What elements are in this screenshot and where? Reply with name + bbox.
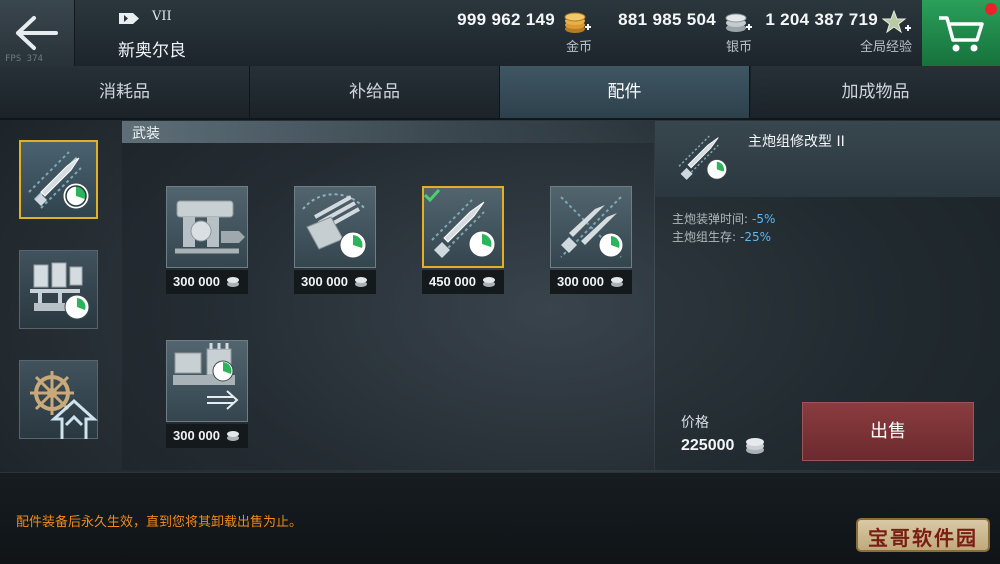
watermark-logo: 宝哥软件园 xyxy=(856,518,990,552)
upgrade-thumb xyxy=(550,186,632,268)
silver-coin-icon xyxy=(611,277,623,287)
gold-balance[interactable]: 999 962 149 xyxy=(440,10,555,30)
gold-label: 金币 xyxy=(565,40,592,55)
upgrade-slot-aa-gun[interactable]: 300 000 xyxy=(166,186,248,294)
gold-label-wrap: 金币 xyxy=(440,36,592,55)
watermark-text: 宝哥软件园 xyxy=(868,526,978,550)
upgrade-slot-torpedo-mod[interactable]: 300 000 xyxy=(550,186,632,294)
ship-name: 新奥尔良 xyxy=(118,41,186,61)
item-price-value: 300 000 xyxy=(301,274,348,289)
sidebar-item-engine[interactable] xyxy=(19,250,98,329)
gold-coins-plus-icon[interactable] xyxy=(563,11,591,35)
item-price: 300 000 xyxy=(294,270,376,294)
upgrade-thumb xyxy=(294,186,376,268)
stat-value: -25% xyxy=(740,230,772,244)
price-value: 225000 xyxy=(681,437,735,454)
cruiser-class-icon xyxy=(119,13,139,24)
upgrade-slot-main-turret[interactable]: 300 000 xyxy=(294,186,376,294)
silver-amount: 881 985 504 xyxy=(618,10,716,29)
stat-value: -5% xyxy=(752,212,776,226)
global-xp-star-plus-icon[interactable] xyxy=(882,10,912,36)
equipped-check-icon xyxy=(424,188,440,202)
footer-note: 配件装备后永久生效，直到您将其卸载出售为止。 xyxy=(16,515,303,530)
sell-button[interactable]: 出售 xyxy=(802,402,974,461)
upgrade-name: 主炮组修改型 II xyxy=(748,134,845,150)
notification-dot xyxy=(985,3,997,15)
price-label: 价格 xyxy=(681,415,709,431)
xp-label-wrap: 全局经验 xyxy=(760,36,912,55)
sidebar-item-maneuver[interactable] xyxy=(19,360,98,439)
stat-label: 主炮装弹时间: xyxy=(672,212,749,226)
top-bar: FPS 374 VII 新奥尔良 999 962 149 金币 881 985 … xyxy=(0,0,1000,67)
silver-label: 银币 xyxy=(725,40,752,55)
upgrade-slot-secondary-battery[interactable]: 300 000 xyxy=(166,340,248,448)
detail-header: 主炮组修改型 II xyxy=(655,121,1000,197)
stat-row: 主炮组生存: -25% xyxy=(672,228,771,245)
silver-balance[interactable]: 881 985 504 xyxy=(600,10,716,30)
cart-icon xyxy=(939,16,984,52)
silver-coin-icon xyxy=(355,277,367,287)
secondary-battery-icon xyxy=(173,343,239,410)
item-price: 300 000 xyxy=(550,270,632,294)
item-price-value: 300 000 xyxy=(173,428,220,443)
upgrade-thumb xyxy=(422,186,504,268)
fps-counter: FPS 374 xyxy=(5,54,43,64)
item-price: 300 000 xyxy=(166,424,248,448)
section-title: 武装 xyxy=(132,126,160,142)
silver-coins-plus-icon[interactable] xyxy=(724,11,752,35)
back-arrow-icon xyxy=(16,16,58,50)
sidebar-item-armament[interactable] xyxy=(19,140,98,219)
back-button[interactable]: FPS 374 xyxy=(0,0,75,66)
shell-timer-icon xyxy=(28,151,90,210)
item-price-value: 300 000 xyxy=(173,274,220,289)
engine-timer-icon xyxy=(30,262,90,320)
torpedo-mod-icon xyxy=(560,196,624,258)
silver-coin-icon xyxy=(227,277,239,287)
silver-coin-icon xyxy=(483,277,495,287)
tab-boosters[interactable]: 加成物品 xyxy=(751,66,1000,118)
upgrade-thumb xyxy=(166,186,248,268)
main-turret-timer-icon xyxy=(302,193,367,259)
global-xp-balance[interactable]: 1 204 387 719 xyxy=(760,10,878,30)
silver-label-wrap: 银币 xyxy=(600,36,752,55)
item-price-value: 450 000 xyxy=(429,274,476,289)
section-header: 武装 xyxy=(122,121,654,143)
footer-bar: 配件装备后永久生效，直到您将其卸载出售为止。 xyxy=(0,472,1000,564)
item-price: 300 000 xyxy=(166,270,248,294)
silver-coin-icon xyxy=(227,431,239,441)
tab-supplies[interactable]: 补给品 xyxy=(250,66,500,118)
silver-coin-icon xyxy=(746,438,764,454)
main-battery-mod-icon xyxy=(678,135,728,180)
item-price-value: 300 000 xyxy=(557,274,604,289)
stat-label: 主炮组生存: xyxy=(672,230,737,244)
tab-upgrades[interactable]: 配件 xyxy=(500,66,750,118)
helm-wheel-icon xyxy=(30,371,98,439)
aa-gun-mount-icon xyxy=(175,200,245,254)
upgrade-thumb xyxy=(166,340,248,422)
upgrade-slot-main-battery-mod[interactable]: 450 000 xyxy=(422,186,504,294)
item-price: 450 000 xyxy=(422,270,504,294)
gold-amount: 999 962 149 xyxy=(457,10,555,29)
tab-consumables[interactable]: 消耗品 xyxy=(0,66,250,118)
ship-tier: VII xyxy=(152,9,172,24)
stat-row: 主炮装弹时间: -5% xyxy=(672,210,775,227)
category-tabs: 消耗品 补给品 配件 加成物品 xyxy=(0,66,1000,120)
global-xp-amount: 1 204 387 719 xyxy=(765,10,878,29)
global-xp-label: 全局经验 xyxy=(859,40,912,55)
